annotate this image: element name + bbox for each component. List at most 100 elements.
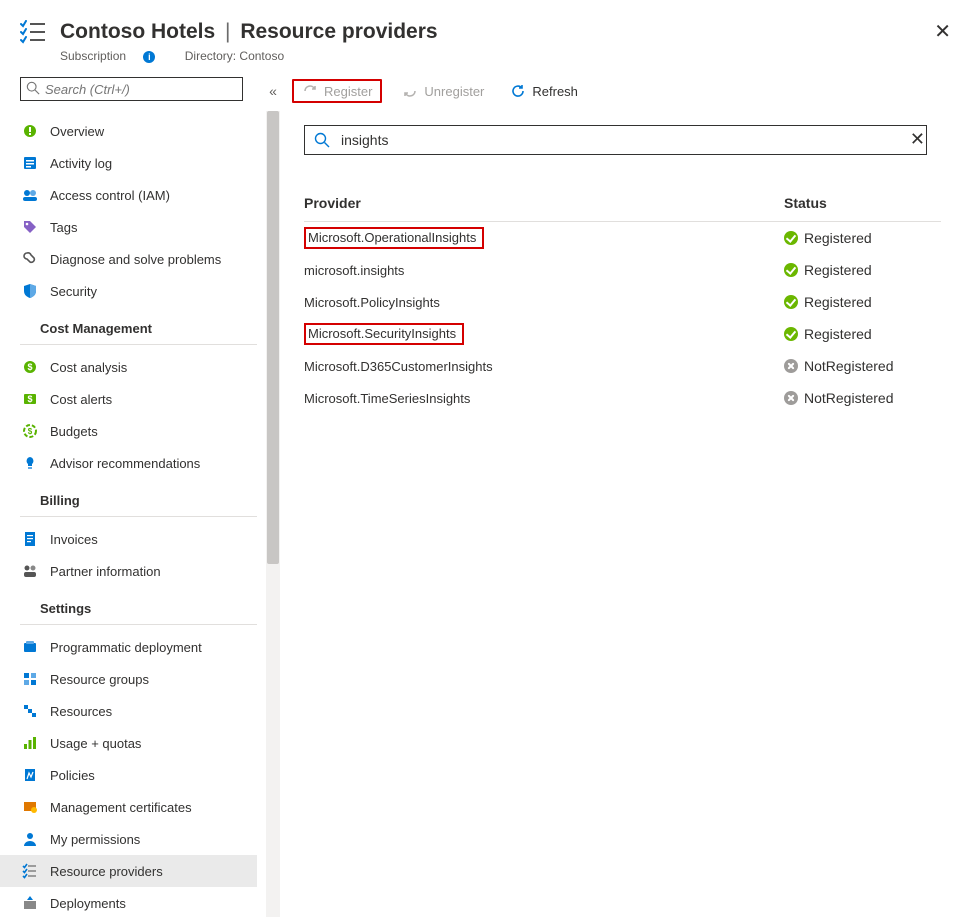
sidebar-item-advisor-recommendations[interactable]: Advisor recommendations [0,447,257,479]
nav-label: Tags [50,220,243,235]
nav-label: Resource providers [50,864,243,879]
nav-icon [20,767,40,783]
close-icon[interactable]: ✕ [928,18,957,46]
status-text: NotRegistered [804,358,894,374]
sidebar-item-activity-log[interactable]: Activity log [0,147,257,179]
sidebar-item-policies[interactable]: Policies [0,759,257,791]
subscription-name: Contoso Hotels [60,20,215,43]
sidebar-item-resource-providers[interactable]: Resource providers [0,855,257,887]
nav-icon: $ [20,423,40,439]
cell-provider: Microsoft.PolicyInsights [304,295,784,310]
sidebar-item-tags[interactable]: Tags [0,211,257,243]
cell-provider: Microsoft.SecurityInsights [304,323,784,345]
nav-label: Cost analysis [50,360,243,375]
clear-filter-icon[interactable]: ✕ [910,129,925,150]
sidebar-item-deployments[interactable]: Deployments [0,887,257,917]
status-text: Registered [804,262,872,278]
sidebar-collapse: « [258,73,288,917]
nav-label: Cost alerts [50,392,243,407]
cell-status: Registered [784,230,941,246]
nav-icon [20,735,40,751]
sidebar-item-diagnose-and-solve-problems[interactable]: Diagnose and solve problems [0,243,257,275]
table-header: Provider Status [304,195,941,222]
cell-provider: Microsoft.TimeSeriesInsights [304,391,784,406]
table-row[interactable]: Microsoft.D365CustomerInsights NotRegiste… [304,350,941,382]
table-row[interactable]: Microsoft.OperationalInsights Registered [304,222,941,254]
cell-status: Registered [784,262,941,278]
status-ok-icon [784,295,798,309]
blade-name: Resource providers [240,20,437,43]
nav-icon [20,219,40,235]
sidebar-item-cost-alerts[interactable]: $ Cost alerts [0,383,257,415]
unregister-label: Unregister [424,84,484,99]
refresh-label: Refresh [532,84,578,99]
status-text: Registered [804,230,872,246]
sidebar-item-access-control-iam-[interactable]: Access control (IAM) [0,179,257,211]
page-title: Contoso Hotels | Resource providers [60,18,928,45]
column-status[interactable]: Status [784,195,941,211]
unregister-button[interactable]: Unregister [396,79,490,103]
nav-icon [20,703,40,719]
sidebar-heading-settings: Settings [20,593,257,625]
nav-icon [20,251,40,267]
sidebar-heading-billing: Billing [20,485,257,517]
svg-text:$: $ [28,427,33,436]
sidebar-item-programmatic-deployment[interactable]: Programmatic deployment [0,631,257,663]
nav-label: My permissions [50,832,243,847]
refresh-button[interactable]: Refresh [504,79,584,103]
nav-icon [20,799,40,815]
nav-icon: $ [20,359,40,375]
nav-label: Overview [50,124,243,139]
sidebar-item-budgets[interactable]: $ Budgets [0,415,257,447]
status-no-icon [784,359,798,373]
collapse-sidebar-button[interactable]: « [265,79,281,103]
table-row[interactable]: Microsoft.TimeSeriesInsightsNotRegistere… [304,382,941,414]
sidebar-item-invoices[interactable]: Invoices [0,523,257,555]
nav-label: Deployments [50,896,243,911]
unregister-icon [402,83,418,99]
nav-label: Activity log [50,156,243,171]
register-label: Register [324,84,372,99]
status-text: Registered [804,326,872,342]
sidebar-item-management-certificates[interactable]: Management certificates [0,791,257,823]
directory-label: Directory: [185,49,236,63]
nav-label: Programmatic deployment [50,640,243,655]
nav-label: Partner information [50,564,243,579]
sidebar-scrollbar[interactable] [266,111,280,917]
nav-label: Policies [50,768,243,783]
nav-icon [20,639,40,655]
cell-provider: Microsoft.D365CustomerInsights [304,359,784,374]
sidebar-item-my-permissions[interactable]: My permissions [0,823,257,855]
nav-icon [20,863,40,879]
column-provider[interactable]: Provider [304,195,784,211]
refresh-icon [510,83,526,99]
status-no-icon [784,391,798,405]
sidebar-item-partner-information[interactable]: Partner information [0,555,257,587]
info-icon[interactable]: i [143,51,155,63]
sidebar-search-input[interactable] [20,77,243,101]
nav-icon [20,455,40,471]
sidebar-item-resource-groups[interactable]: Resource groups [0,663,257,695]
nav-label: Access control (IAM) [50,188,243,203]
cell-status: Registered [784,326,941,342]
sidebar-item-security[interactable]: Security [0,275,257,307]
table-row[interactable]: Microsoft.PolicyInsightsRegistered [304,286,941,318]
sidebar-item-usage-quotas[interactable]: Usage + quotas [0,727,257,759]
nav-icon [20,895,40,911]
main-pane: Register Unregister Refresh ✕ [288,73,977,917]
register-button[interactable]: Register [292,79,382,103]
cell-provider: Microsoft.OperationalInsights [304,227,784,249]
nav-label: Budgets [50,424,243,439]
status-ok-icon [784,327,798,341]
nav-icon [20,831,40,847]
resource-type-label: Subscription [60,49,126,63]
nav-icon: $ [20,391,40,407]
sidebar-item-overview[interactable]: Overview [0,115,257,147]
sidebar-item-cost-analysis[interactable]: $ Cost analysis [0,351,257,383]
table-row[interactable]: Microsoft.SecurityInsights Registered [304,318,941,350]
sidebar-item-resources[interactable]: Resources [0,695,257,727]
nav-label: Invoices [50,532,243,547]
nav-label: Usage + quotas [50,736,243,751]
filter-input[interactable] [304,125,927,155]
table-row[interactable]: microsoft.insightsRegistered [304,254,941,286]
